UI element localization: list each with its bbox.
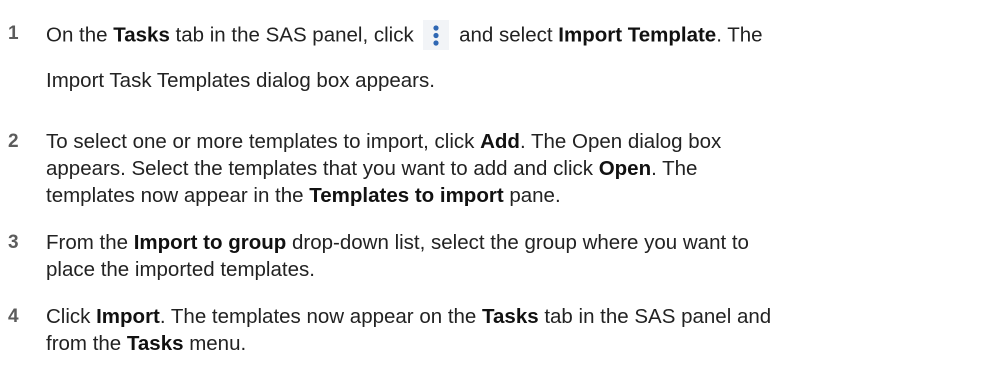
step-number: 2 — [8, 131, 19, 152]
ui-term: Add — [480, 130, 520, 153]
step-text-line: appears. Select the templates that you w… — [46, 157, 698, 180]
ui-term: Tasks — [482, 305, 539, 328]
step-number: 3 — [8, 232, 19, 253]
step-text-line: On the Tasks tab in the SAS panel, click… — [46, 20, 763, 51]
step-text-line: Click Import. The templates now appear o… — [46, 305, 772, 328]
step-number: 1 — [8, 23, 19, 44]
ui-term: Import to group — [133, 231, 287, 254]
step-text-line: Import Task Templates dialog box appears… — [46, 69, 435, 92]
ui-term: Tasks — [126, 332, 184, 355]
kebab-menu-icon — [423, 20, 450, 50]
step-text-line: templates now appear in the Templates to… — [46, 184, 561, 207]
step-text-line: To select one or more templates to impor… — [46, 130, 722, 153]
ui-term: Templates to import — [309, 184, 504, 207]
ui-term: Tasks — [113, 23, 170, 47]
step-text-line: from the Tasks menu. — [46, 332, 247, 355]
step-text-line: From the Import to group drop-down list,… — [46, 231, 749, 254]
step-number: 4 — [8, 306, 19, 327]
ui-term: Open — [598, 157, 652, 180]
step-text-line: place the imported templates. — [46, 258, 315, 281]
ui-term: Import — [96, 305, 160, 328]
ui-term: Import Template — [558, 23, 717, 47]
